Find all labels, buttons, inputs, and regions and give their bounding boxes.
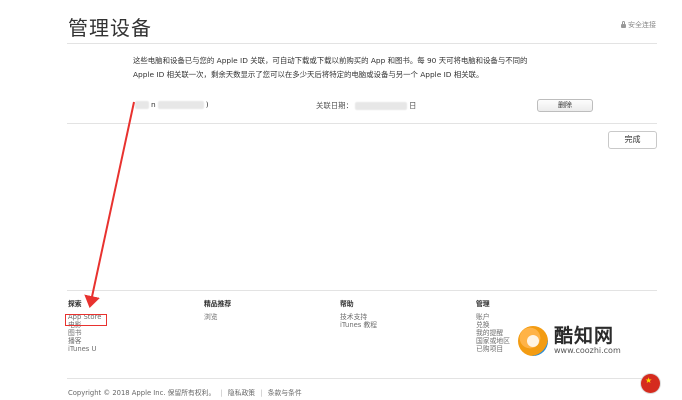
annotation-arrow: [84, 101, 135, 308]
annotation-highlight-box: [65, 314, 107, 326]
watermark: 酷知网 www.coozhi.com: [518, 326, 621, 356]
country-flag-icon[interactable]: [641, 374, 660, 393]
watermark-url: www.coozhi.com: [554, 346, 621, 355]
watermark-name: 酷知网: [554, 325, 615, 347]
watermark-logo-icon: [518, 326, 548, 356]
